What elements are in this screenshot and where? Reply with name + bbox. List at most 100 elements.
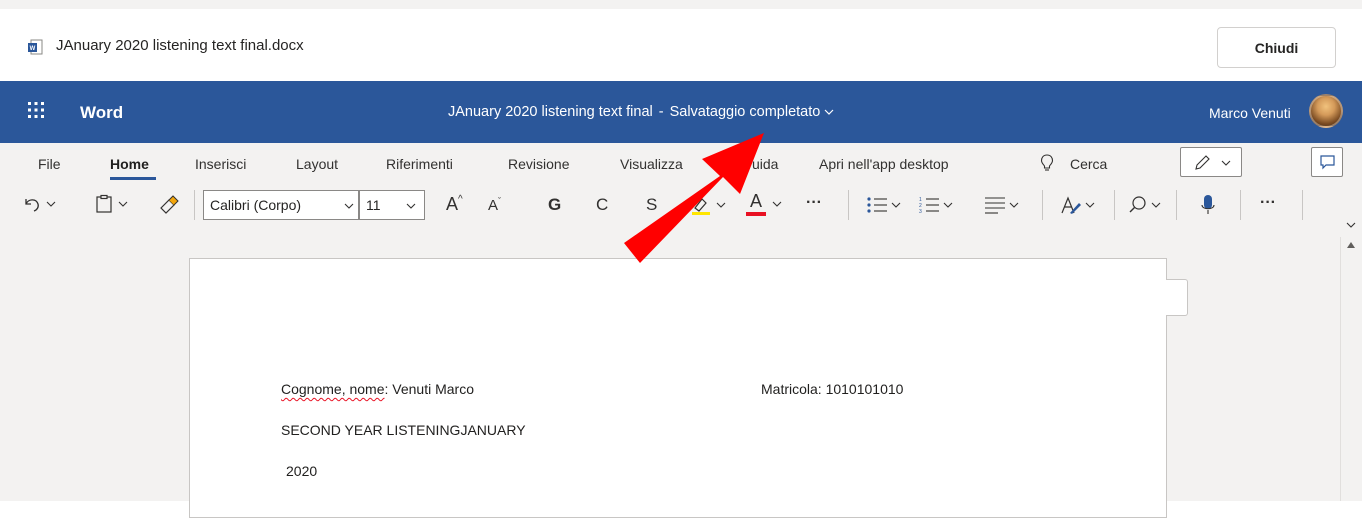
- chevron-down-icon: [1151, 202, 1161, 208]
- styles-button[interactable]: [1060, 195, 1095, 215]
- editing-mode-button[interactable]: [1180, 147, 1242, 177]
- paste-button[interactable]: [94, 194, 128, 214]
- more-options-button[interactable]: ···: [1260, 194, 1276, 212]
- bold-label: G: [548, 195, 562, 214]
- clipboard-icon: [96, 194, 112, 213]
- tab-insert[interactable]: Inserisci: [195, 156, 246, 172]
- name-value: : Venuti Marco: [384, 381, 475, 397]
- vertical-scrollbar[interactable]: [1340, 237, 1362, 501]
- file-name: JAnuary 2020 listening text final.docx: [56, 37, 304, 54]
- align-button[interactable]: [984, 195, 1019, 215]
- tab-review[interactable]: Revisione: [508, 156, 569, 172]
- tab-layout[interactable]: Layout: [296, 156, 338, 172]
- chevron-down-icon: [716, 202, 726, 208]
- svg-text:3: 3: [919, 209, 922, 215]
- font-color-button[interactable]: A: [746, 192, 782, 216]
- page-side-tab: [1166, 279, 1188, 316]
- font-size-select[interactable]: 11: [359, 190, 425, 220]
- toolbar-divider: [1042, 190, 1043, 220]
- italic-button[interactable]: C: [596, 195, 608, 215]
- chevron-down-icon: [406, 203, 416, 209]
- bullets-button[interactable]: [866, 195, 901, 215]
- svg-text:W: W: [30, 46, 36, 52]
- title-separator: -: [658, 104, 664, 120]
- active-tab-indicator: [110, 177, 156, 180]
- chevron-down-icon: [772, 201, 782, 207]
- shrink-font-button[interactable]: Aˇ: [488, 195, 502, 215]
- user-name[interactable]: Marco Venuti: [1209, 105, 1291, 121]
- undo-icon: [25, 199, 39, 212]
- numbering-button[interactable]: 1 2 3: [918, 195, 953, 215]
- scroll-up-arrow-icon[interactable]: [1346, 241, 1356, 249]
- app-launcher-icon[interactable]: [27, 101, 45, 119]
- more-label: ···: [806, 194, 822, 211]
- toolbar-divider: [1114, 190, 1115, 220]
- top-strip: [0, 0, 1362, 9]
- font-size-value: 11: [366, 197, 381, 213]
- comment-icon: [1320, 155, 1335, 170]
- word-title-bar: Word JAnuary 2020 listening text final -…: [0, 81, 1362, 143]
- doc-title: JAnuary 2020 listening text final: [448, 104, 653, 120]
- id-line[interactable]: Matricola: 1010101010: [761, 381, 903, 397]
- name-label: Cognome, nome: [281, 381, 385, 397]
- tab-help[interactable]: uida: [752, 156, 778, 172]
- highlighter-icon: [692, 198, 710, 215]
- chevron-down-icon: [1085, 202, 1095, 208]
- word-file-icon: W: [28, 39, 43, 55]
- align-text-icon: [985, 197, 1005, 214]
- tab-view[interactable]: Visualizza: [620, 156, 683, 172]
- open-desktop-app-link[interactable]: Apri nell'app desktop: [819, 156, 949, 172]
- more-font-options-button[interactable]: ···: [806, 194, 822, 212]
- grow-font-button[interactable]: A ^: [446, 194, 463, 215]
- font-color-label: A: [749, 191, 762, 211]
- pen-icon: [1195, 155, 1210, 170]
- caret-up-icon: ^: [458, 194, 463, 205]
- lightbulb-icon: [1040, 154, 1054, 171]
- font-color-swatch: [746, 212, 766, 216]
- close-button[interactable]: Chiudi: [1217, 27, 1336, 68]
- doc-title-button[interactable]: JAnuary 2020 listening text final - Salv…: [448, 104, 834, 120]
- undo-button[interactable]: [22, 194, 56, 214]
- search-icon: [1129, 196, 1146, 213]
- underline-button[interactable]: S: [646, 195, 657, 215]
- chevron-down-icon: [344, 203, 354, 209]
- numbered-list-icon: 1 2 3: [919, 197, 939, 215]
- styles-icon: [1061, 196, 1081, 214]
- tab-file[interactable]: File: [38, 156, 61, 172]
- font-name-select[interactable]: Calibri (Corpo): [203, 190, 359, 220]
- more-label: ···: [1260, 194, 1276, 211]
- expand-ribbon-chevron-icon[interactable]: [1346, 220, 1356, 230]
- comments-button[interactable]: [1311, 147, 1343, 177]
- format-painter-button[interactable]: [158, 194, 180, 214]
- microphone-icon: [1201, 195, 1215, 214]
- chevron-down-icon: [891, 202, 901, 208]
- dictate-button[interactable]: [1200, 194, 1216, 216]
- toolbar-divider: [848, 190, 849, 220]
- toolbar-divider: [194, 190, 195, 220]
- underline-label: S: [646, 195, 658, 214]
- toolbar-divider: [1240, 190, 1241, 220]
- course-line[interactable]: SECOND YEAR LISTENINGJANUARY: [281, 422, 526, 438]
- highlight-button[interactable]: [690, 194, 726, 216]
- avatar[interactable]: [1309, 94, 1343, 128]
- italic-label: C: [596, 195, 609, 214]
- year-line[interactable]: 2020: [286, 463, 317, 479]
- name-line[interactable]: Cognome, nome: Venuti Marco: [281, 381, 474, 397]
- toolbar-divider: [1302, 190, 1303, 220]
- toolbar-divider: [1176, 190, 1177, 220]
- chevron-down-icon: [824, 109, 834, 115]
- chevron-down-icon: [943, 202, 953, 208]
- bold-button[interactable]: G: [548, 195, 561, 215]
- tab-references[interactable]: Riferimenti: [386, 156, 453, 172]
- find-button[interactable]: [1128, 195, 1161, 215]
- chevron-down-icon: [46, 201, 56, 207]
- app-name[interactable]: Word: [80, 103, 123, 123]
- chevron-down-icon: [118, 201, 128, 207]
- caret-down-icon: ˇ: [498, 195, 502, 206]
- chevron-down-icon: [1221, 160, 1231, 166]
- bullet-list-icon: [867, 197, 887, 213]
- tab-home[interactable]: Home: [110, 156, 149, 172]
- save-status: Salvataggio completato: [669, 104, 821, 120]
- search-tab[interactable]: Cerca: [1070, 156, 1107, 172]
- shrink-font-label: A: [488, 197, 499, 214]
